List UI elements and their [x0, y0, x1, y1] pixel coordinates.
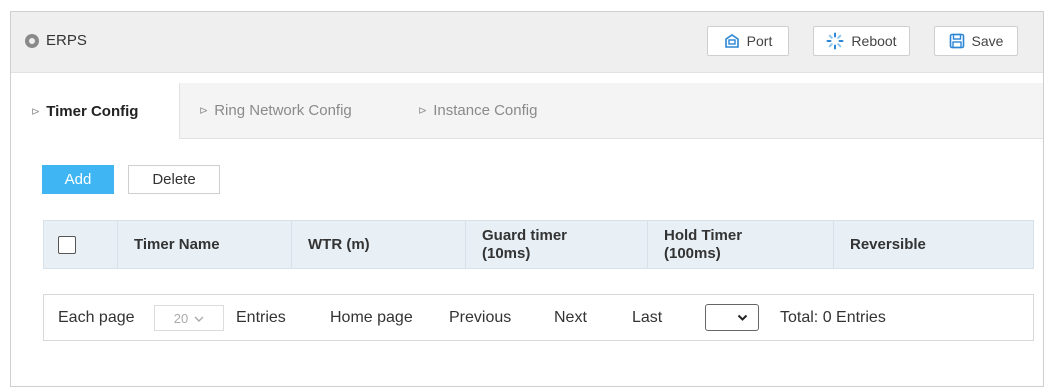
- delete-button[interactable]: Delete: [128, 165, 220, 194]
- erps-panel: ERPS Port Reboot Save ⊳ Timer Config ⊳ R…: [10, 11, 1044, 387]
- tab-ring-network-config[interactable]: ⊳ Ring Network Config: [199, 83, 352, 138]
- pagination-bar: Each page 20 Entries Home page Previous …: [43, 294, 1034, 341]
- next-link[interactable]: Next: [554, 309, 587, 327]
- save-floppy-icon: [949, 33, 965, 49]
- panel-header: ERPS Port Reboot Save: [11, 12, 1043, 73]
- save-button[interactable]: Save: [934, 26, 1018, 56]
- panel-title: ERPS: [46, 32, 87, 49]
- circle-bullet-icon: [25, 33, 39, 48]
- chevron-down-icon: [737, 309, 748, 327]
- port-button-label: Port: [746, 33, 773, 49]
- save-button-label: Save: [971, 33, 1004, 49]
- tab-label: Ring Network Config: [214, 102, 352, 119]
- page-size-value: 20: [173, 310, 189, 326]
- total-entries-label: Total: 0 Entries: [780, 309, 886, 326]
- add-button[interactable]: Add: [42, 165, 114, 194]
- column-hold-timer[interactable]: Hold Timer (100ms): [648, 221, 834, 268]
- reboot-button[interactable]: Reboot: [813, 26, 910, 56]
- column-wtr[interactable]: WTR (m): [292, 221, 466, 268]
- last-link[interactable]: Last: [632, 309, 662, 327]
- reboot-spinner-icon: [826, 32, 844, 50]
- column-timer-name[interactable]: Timer Name: [118, 221, 292, 268]
- column-guard-timer[interactable]: Guard timer (10ms): [466, 221, 648, 268]
- page-select[interactable]: [705, 304, 759, 331]
- tab-timer-config[interactable]: ⊳ Timer Config: [11, 83, 180, 139]
- each-page-label: Each page: [58, 309, 135, 326]
- select-all-checkbox[interactable]: [58, 236, 76, 254]
- port-button[interactable]: Port: [707, 26, 789, 56]
- panel-title-group: ERPS: [25, 32, 87, 49]
- previous-link[interactable]: Previous: [449, 309, 511, 327]
- chevron-right-icon: ⊳: [418, 105, 428, 117]
- tab-instance-config[interactable]: ⊳ Instance Config: [418, 83, 537, 138]
- home-page-link[interactable]: Home page: [330, 309, 413, 327]
- chevron-down-icon: [194, 311, 204, 326]
- entries-label: Entries: [236, 309, 286, 326]
- page-size-select[interactable]: 20: [154, 305, 224, 331]
- column-reversible[interactable]: Reversible: [834, 221, 1033, 268]
- port-icon: [724, 33, 740, 49]
- tab-label: Instance Config: [433, 102, 538, 119]
- chevron-right-icon: ⊳: [31, 105, 41, 118]
- chevron-right-icon: ⊳: [199, 105, 209, 117]
- reboot-button-label: Reboot: [851, 33, 897, 49]
- table-header: Timer Name WTR (m) Guard timer (10ms) Ho…: [43, 220, 1034, 269]
- tab-label: Timer Config: [46, 102, 139, 120]
- select-all-column: [44, 221, 118, 268]
- tab-bar: ⊳ Timer Config ⊳ Ring Network Config ⊳ I…: [11, 83, 1043, 139]
